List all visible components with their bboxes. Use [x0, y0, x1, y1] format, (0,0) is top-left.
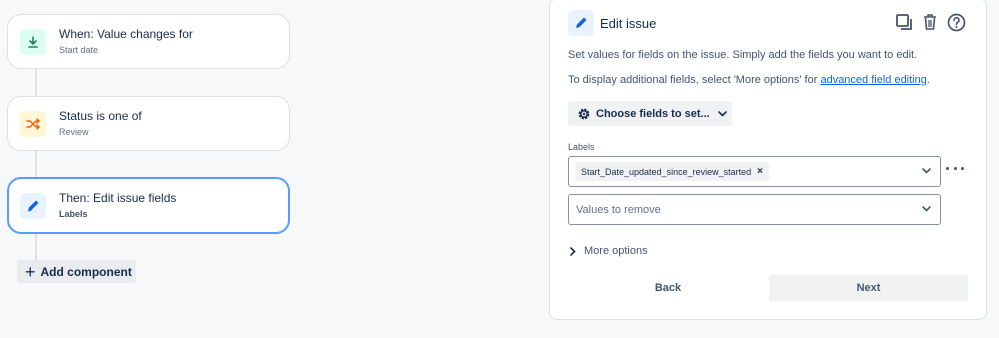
- more-options-toggle[interactable]: More options: [570, 245, 648, 257]
- edit-issue-panel: Edit issue Set values for fields on the …: [549, 0, 987, 320]
- flow-connector: [35, 233, 37, 260]
- more-actions-icon[interactable]: [946, 161, 964, 175]
- gear-icon: [578, 108, 590, 119]
- panel-actions: [894, 12, 966, 32]
- choose-fields-button[interactable]: Choose fields to set...: [568, 101, 732, 126]
- label-tag: Start_Date_updated_since_review_started …: [575, 162, 769, 181]
- label-tag-text: Start_Date_updated_since_review_started: [581, 166, 752, 177]
- labels-field-label: Labels: [568, 142, 595, 152]
- values-to-remove-placeholder: Values to remove: [576, 203, 661, 216]
- choose-fields-label: Choose fields to set...: [596, 107, 710, 120]
- flow-connector: [35, 151, 37, 179]
- plus-icon: +: [25, 261, 36, 282]
- panel-description: Set values for fields on the issue. Simp…: [568, 49, 918, 61]
- close-icon[interactable]: ×: [757, 166, 763, 177]
- pencil-icon: [568, 10, 594, 36]
- panel-description-2: To display additional fields, select 'Mo…: [568, 74, 930, 86]
- trigger-title: When: Value changes for: [59, 27, 193, 41]
- condition-card[interactable]: Status is one of Review: [7, 96, 290, 151]
- chevron-down-icon: [717, 110, 727, 117]
- add-component-button[interactable]: + Add component: [17, 260, 136, 283]
- back-button[interactable]: Back: [568, 275, 768, 301]
- trigger-card[interactable]: When: Value changes for Start date: [7, 14, 290, 69]
- advanced-field-editing-link[interactable]: advanced field editing: [820, 74, 926, 86]
- chevron-right-icon: [570, 246, 576, 256]
- action-card[interactable]: Then: Edit issue fields Labels: [7, 177, 290, 234]
- next-button[interactable]: Next: [769, 275, 968, 301]
- help-icon[interactable]: [946, 12, 966, 32]
- more-options-label: More options: [584, 245, 648, 257]
- download-arrow-icon: [20, 28, 46, 55]
- add-component-label: Add component: [40, 264, 132, 279]
- condition-subtitle: Review: [59, 127, 89, 137]
- flow-connector: [35, 69, 37, 97]
- labels-select[interactable]: Start_Date_updated_since_review_started …: [568, 156, 941, 187]
- values-to-remove-select[interactable]: Values to remove: [568, 194, 941, 225]
- chevron-down-icon[interactable]: [922, 168, 931, 174]
- pencil-icon: [20, 192, 46, 219]
- shuffle-icon: [20, 110, 46, 137]
- trash-icon[interactable]: [920, 12, 940, 32]
- panel-title: Edit issue: [600, 15, 657, 31]
- trigger-subtitle: Start date: [59, 45, 99, 55]
- panel-header: Edit issue: [568, 10, 656, 36]
- copy-icon[interactable]: [894, 12, 914, 32]
- condition-title: Status is one of: [59, 109, 142, 123]
- chevron-down-icon[interactable]: [922, 206, 931, 212]
- action-subtitle: Labels: [59, 209, 88, 219]
- action-title: Then: Edit issue fields: [59, 191, 177, 205]
